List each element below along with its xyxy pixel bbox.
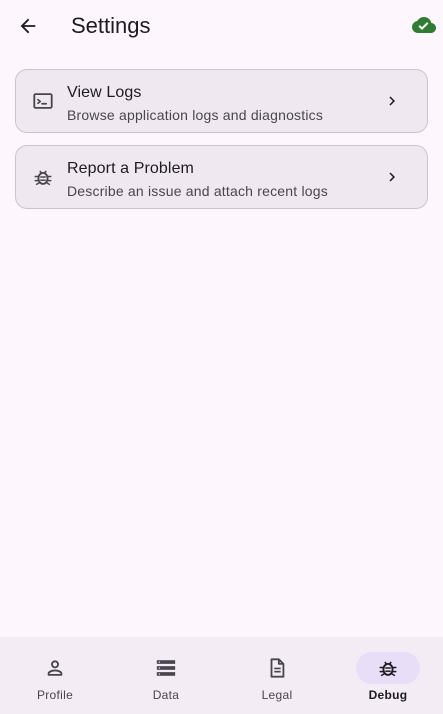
- bug-icon: [34, 170, 52, 186]
- document-icon: [270, 658, 285, 678]
- settings-screen: Settings View Logs Browse application lo…: [0, 0, 443, 714]
- nav-item-legal[interactable]: Legal: [222, 637, 332, 714]
- nav-label: Profile: [36, 688, 74, 702]
- nav-item-data[interactable]: Data: [111, 637, 221, 714]
- chevron-right-icon: [389, 96, 395, 106]
- view-logs-tile[interactable]: View Logs Browse application logs and di…: [15, 69, 428, 133]
- app-bar: Settings: [0, 0, 443, 52]
- tile-subtitle: Describe an issue and attach recent logs: [67, 183, 328, 199]
- nav-indicator: [23, 652, 87, 684]
- back-button[interactable]: [8, 6, 48, 46]
- arrow-left-icon: [20, 18, 36, 34]
- report-problem-tile[interactable]: Report a Problem Describe an issue and a…: [15, 145, 428, 209]
- nav-label: Data: [152, 688, 180, 702]
- tile-title: Report a Problem: [67, 160, 194, 177]
- nav-indicator: [245, 652, 309, 684]
- nav-item-profile[interactable]: Profile: [0, 637, 110, 714]
- storage-icon: [156, 660, 176, 676]
- nav-indicator: [134, 652, 198, 684]
- nav-indicator-active: [356, 652, 420, 684]
- bottom-navigation: Profile Data Legal Debug: [0, 637, 443, 714]
- nav-label: Debug: [368, 688, 408, 702]
- tile-title: View Logs: [67, 84, 142, 101]
- chevron-right-icon: [389, 172, 395, 182]
- bug-icon: [379, 661, 397, 677]
- nav-item-debug[interactable]: Debug: [333, 637, 443, 714]
- page-title: Settings: [71, 13, 151, 38]
- cloud-check-icon: [412, 17, 436, 33]
- tile-subtitle: Browse application logs and diagnostics: [67, 107, 324, 123]
- terminal-icon: [33, 93, 53, 109]
- person-icon: [47, 660, 63, 676]
- nav-label: Legal: [261, 688, 293, 702]
